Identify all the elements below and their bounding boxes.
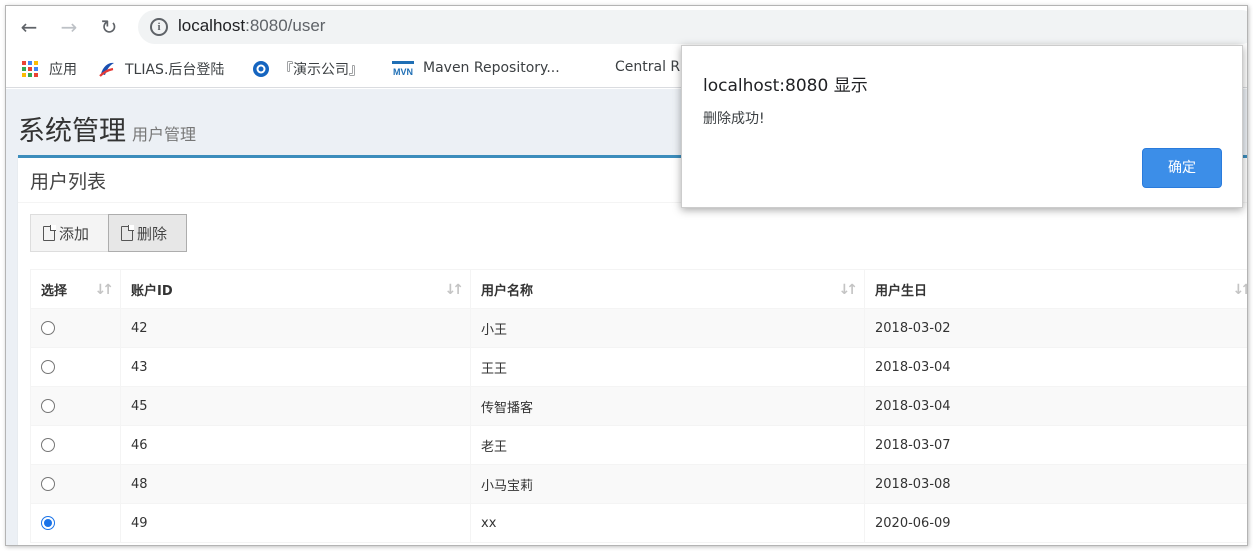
table-row[interactable]: 46 老王 2018-03-07 — [30, 425, 1247, 465]
bookmark-label: 应用 — [49, 62, 77, 78]
select-cell — [30, 464, 121, 504]
column-header-label: 账户ID — [131, 283, 173, 299]
file-icon — [121, 225, 134, 241]
row-radio-button[interactable] — [41, 360, 55, 374]
alert-dialog: localhost:8080 显示 删除成功! 确定 — [681, 45, 1243, 208]
bookmark-central[interactable]: Central R — [615, 59, 680, 75]
file-icon — [43, 225, 56, 241]
ok-button[interactable]: 确定 — [1142, 148, 1222, 188]
column-header-id[interactable]: 账户ID ↓↑ — [120, 269, 471, 309]
row-radio-button[interactable] — [41, 399, 55, 413]
table-row[interactable]: 49 xx 2020-06-09 — [30, 503, 1247, 543]
browser-toolbar: ← → ↻ i localhost:8080/user — [6, 6, 1247, 48]
mvn-icon: MVN — [392, 61, 414, 77]
add-button-label: 添加 — [59, 224, 90, 243]
user-list-box: 用户列表 添加 删除 选择 ↓↑ 账户ID ↓↑ 用户名称 ↓↑ 用户生日 ↓↑… — [18, 155, 1247, 545]
birthday-cell: 2018-03-07 — [864, 425, 1247, 465]
id-cell: 42 — [120, 308, 471, 348]
browser-window: ← → ↻ i localhost:8080/user 应用 TLIAS.后台登… — [5, 5, 1248, 546]
select-cell — [30, 503, 121, 543]
birthday-cell: 2020-06-09 — [864, 503, 1247, 543]
sort-icon[interactable]: ↓↑ — [445, 282, 465, 298]
add-button[interactable]: 添加 — [30, 214, 109, 252]
select-cell — [30, 425, 121, 465]
bookmark-maven[interactable]: MVN Maven Repository... — [392, 59, 560, 77]
id-cell: 48 — [120, 464, 471, 504]
column-header-name[interactable]: 用户名称 ↓↑ — [470, 269, 865, 309]
bookmark-label: Maven Repository... — [423, 60, 560, 76]
select-cell — [30, 308, 121, 348]
bookmark-label: 『演示公司』 — [279, 62, 363, 78]
dialog-title: localhost:8080 显示 — [703, 76, 868, 96]
select-cell — [30, 386, 121, 426]
dialog-message: 删除成功! — [703, 111, 765, 127]
sort-icon[interactable]: ↓↑ — [95, 282, 115, 298]
column-header-label: 用户生日 — [875, 283, 928, 299]
back-arrow-icon[interactable]: ← — [16, 14, 42, 40]
id-cell: 45 — [120, 386, 471, 426]
column-header-label: 选择 — [41, 283, 68, 299]
delete-button[interactable]: 删除 — [108, 214, 187, 252]
bookmark-tlias[interactable]: TLIAS.后台登陆 — [98, 59, 224, 79]
id-cell: 46 — [120, 425, 471, 465]
sort-icon[interactable]: ↓↑ — [1233, 282, 1247, 298]
bookmark-label: Central R — [615, 59, 681, 75]
forward-arrow-icon[interactable]: → — [56, 14, 82, 40]
column-header-label: 用户名称 — [481, 283, 534, 299]
info-icon[interactable]: i — [150, 18, 168, 36]
table-body: 42 小王 2018-03-02 43 王王 2018-03-04 45 传智播客 2018-0… — [30, 308, 1247, 543]
table-header-row: 选择 ↓↑ 账户ID ↓↑ 用户名称 ↓↑ 用户生日 ↓↑ — [30, 269, 1247, 309]
bookmark-apps[interactable]: 应用 — [22, 59, 77, 79]
birthday-cell: 2018-03-02 — [864, 308, 1247, 348]
sort-icon[interactable]: ↓↑ — [839, 282, 859, 298]
bookmark-demo-company[interactable]: 『演示公司』 — [252, 59, 363, 79]
bookmark-label: TLIAS.后台登陆 — [125, 62, 225, 78]
birthday-cell: 2018-03-04 — [864, 386, 1247, 426]
url-text[interactable]: localhost:8080/user — [178, 16, 325, 36]
id-cell: 43 — [120, 347, 471, 387]
address-bar[interactable]: i localhost:8080/user — [138, 10, 1247, 44]
id-cell: 49 — [120, 503, 471, 543]
column-header-select[interactable]: 选择 ↓↑ — [30, 269, 121, 309]
svg-text:MVN: MVN — [393, 67, 413, 77]
row-radio-button[interactable] — [41, 321, 55, 335]
table-row[interactable]: 42 小王 2018-03-02 — [30, 308, 1247, 348]
tlias-logo-icon — [99, 62, 114, 77]
apps-grid-icon — [22, 61, 38, 77]
name-cell: 老王 — [470, 425, 865, 465]
table-row[interactable]: 43 王王 2018-03-04 — [30, 347, 1247, 387]
name-cell: 小马宝莉 — [470, 464, 865, 504]
page-subtitle: 用户管理 — [132, 125, 197, 144]
url-path: :8080/user — [245, 16, 326, 35]
column-header-birthday[interactable]: 用户生日 ↓↑ — [864, 269, 1247, 309]
page-title: 系统管理 用户管理 — [18, 109, 196, 148]
birthday-cell: 2018-03-04 — [864, 347, 1247, 387]
row-radio-button[interactable] — [41, 516, 55, 530]
reload-icon[interactable]: ↻ — [96, 14, 122, 40]
row-radio-button[interactable] — [41, 477, 55, 491]
delete-button-label: 删除 — [137, 224, 168, 243]
select-cell — [30, 347, 121, 387]
page-title-text: 系统管理 — [18, 116, 126, 147]
url-host: localhost — [178, 16, 246, 35]
box-title: 用户列表 — [30, 171, 107, 193]
birthday-cell: 2018-03-08 — [864, 464, 1247, 504]
row-radio-button[interactable] — [41, 438, 55, 452]
table-row[interactable]: 45 传智播客 2018-03-04 — [30, 386, 1247, 426]
name-cell: 小王 — [470, 308, 865, 348]
user-table: 选择 ↓↑ 账户ID ↓↑ 用户名称 ↓↑ 用户生日 ↓↑ 42 小王 2018-03-02… — [30, 269, 1247, 543]
demo-company-icon — [253, 61, 269, 77]
name-cell: 王王 — [470, 347, 865, 387]
name-cell: 传智播客 — [470, 386, 865, 426]
name-cell: xx — [470, 503, 865, 543]
table-row[interactable]: 48 小马宝莉 2018-03-08 — [30, 464, 1247, 504]
